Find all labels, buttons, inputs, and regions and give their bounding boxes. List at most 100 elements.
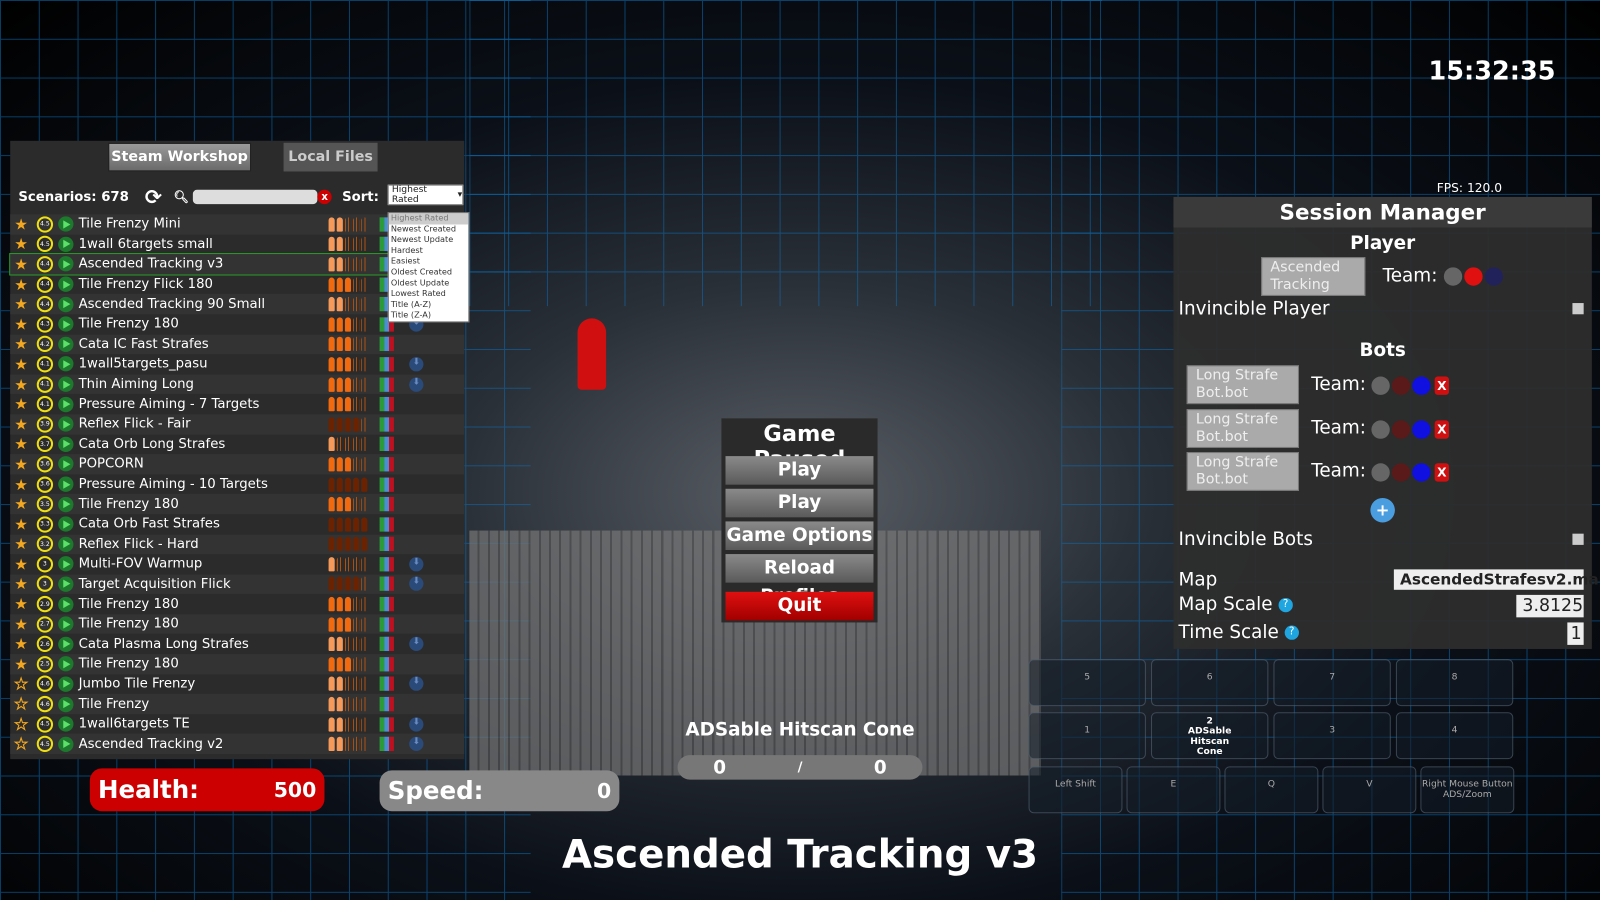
play-icon[interactable] [58,336,74,352]
scenario-row[interactable]: ★ 3.3 Cata Orb Fast Strafes [10,514,464,534]
team-grey[interactable] [1371,463,1390,482]
play-icon[interactable] [58,276,74,292]
team-blue[interactable] [1412,376,1431,395]
time-scale-input[interactable]: 1 [1567,622,1584,645]
star-filled-icon[interactable]: ★ [14,495,32,513]
star-filled-icon[interactable]: ★ [14,215,32,233]
team-grey[interactable] [1443,267,1463,286]
download-icon[interactable]: ⬇ [409,377,424,392]
play-icon[interactable] [58,456,74,472]
leaderboard-icon[interactable] [379,537,394,552]
play-icon[interactable] [58,256,74,272]
bot-profile-button[interactable]: Long Strafe Bot.bot [1186,408,1299,448]
play-icon[interactable] [58,496,74,512]
leaderboard-icon[interactable] [379,437,394,452]
leaderboard-icon[interactable] [379,457,394,472]
play-icon[interactable] [58,636,74,652]
star-filled-icon[interactable]: ★ [14,235,32,253]
scenario-row[interactable]: ★ 4.2 Cata IC Fast Strafes [10,334,465,355]
scenario-row[interactable]: ★ 4.5 1wall6targets TE ⬇ [10,714,464,734]
star-filled-icon[interactable]: ★ [14,555,32,573]
scenario-row[interactable]: ★ 3.9 Reflex Flick - Fair [10,414,465,435]
remove-bot-button[interactable]: X [1434,419,1449,439]
sort-option[interactable]: Oldest Created [389,267,469,278]
play-icon[interactable] [58,536,74,552]
play-icon[interactable] [58,416,74,432]
star-filled-icon[interactable]: ★ [14,595,32,613]
sort-select[interactable]: Highest Rated ▾ [387,184,464,206]
leaderboard-icon[interactable] [379,696,394,712]
star-filled-icon[interactable]: ★ [14,475,32,493]
scenario-row[interactable]: ★ 3.2 Reflex Flick - Hard [10,534,465,555]
search-input[interactable] [193,189,318,205]
play-icon[interactable] [58,356,74,372]
play-icon[interactable] [58,476,74,492]
scenario-row[interactable]: ★ 3.7 Cata Orb Long Strafes [10,434,464,454]
play-icon[interactable] [58,616,74,632]
star-outline-icon[interactable]: ★ [14,674,32,693]
scenario-row[interactable]: ★ 2.5 Tile Frenzy 180 [10,654,465,675]
star-filled-icon[interactable]: ★ [14,375,32,393]
star-filled-icon[interactable]: ★ [14,575,32,593]
sort-option[interactable]: Newest Created [389,224,469,235]
sort-option[interactable]: Hardest [389,246,469,257]
scenario-row[interactable]: ★ 3.6 Pressure Aiming - 10 Targets [10,474,464,494]
leaderboard-icon[interactable] [379,477,394,492]
download-icon[interactable]: ⬇ [409,557,424,572]
download-icon[interactable]: ⬇ [409,676,424,692]
player-profile-button[interactable]: Ascended Tracking [1261,257,1366,296]
sort-option[interactable]: Easiest [389,257,469,268]
leaderboard-icon[interactable] [379,337,394,352]
sort-option[interactable]: Newest Update [389,235,469,246]
help-icon[interactable]: ? [1284,625,1299,640]
play-icon[interactable] [58,316,74,332]
star-filled-icon[interactable]: ★ [14,655,32,673]
scenario-row[interactable]: ★ 4.1 Thin Aiming Long ⬇ [10,374,465,395]
refresh-icon[interactable]: ⟳ [145,185,174,209]
team-red[interactable] [1391,419,1411,439]
play-challenge-button[interactable]: Play Challenge [725,488,874,542]
play-icon[interactable] [58,716,74,732]
bot-profile-button[interactable]: Long Strafe Bot.bot [1186,365,1299,405]
play-icon[interactable] [58,656,74,672]
leaderboard-icon[interactable] [379,557,394,572]
leaderboard-icon[interactable] [379,497,394,512]
star-filled-icon[interactable]: ★ [14,535,32,553]
tab-steam-workshop[interactable]: Steam Workshop [108,142,252,172]
leaderboard-icon[interactable] [379,617,394,632]
play-icon[interactable] [58,216,74,232]
leaderboard-icon[interactable] [379,397,394,412]
star-outline-icon[interactable]: ★ [14,694,32,713]
star-filled-icon[interactable]: ★ [14,415,32,433]
star-filled-icon[interactable]: ★ [14,455,32,473]
remove-bot-button[interactable]: X [1434,376,1449,395]
team-red[interactable] [1391,376,1411,395]
star-outline-icon[interactable]: ★ [14,734,32,753]
sort-option[interactable]: Title (Z-A) [389,311,469,322]
team-red[interactable] [1391,463,1411,482]
play-icon[interactable] [58,436,74,452]
scenario-row[interactable]: ★ 3.5 Tile Frenzy 180 [10,494,465,515]
leaderboard-icon[interactable] [379,716,394,732]
team-red[interactable] [1464,267,1483,286]
scenario-row[interactable]: ★ 2.9 Tile Frenzy 180 [10,594,464,614]
play-icon[interactable] [58,376,74,392]
game-options-button[interactable]: Game Options [725,521,874,550]
map-scale-input[interactable]: 3.8125 [1516,594,1584,618]
remove-bot-button[interactable]: X [1434,463,1449,482]
star-filled-icon[interactable]: ★ [14,355,32,373]
scenario-row[interactable]: ★ 3 Multi-FOV Warmup ⬇ [10,554,464,574]
team-grey[interactable] [1371,376,1390,395]
play-button[interactable]: Play [725,456,874,485]
star-filled-icon[interactable]: ★ [14,435,32,453]
star-filled-icon[interactable]: ★ [14,295,32,313]
team-blue[interactable] [1412,463,1431,482]
reload-profiles-button[interactable]: Reload Profiles [725,554,874,607]
clear-search-button[interactable]: x [317,189,332,205]
tab-local-files[interactable]: Local Files [283,142,378,172]
scenario-row[interactable]: ★ 4.5 Ascended Tracking v2 ⬇ [10,734,465,755]
leaderboard-icon[interactable] [379,377,394,392]
star-filled-icon[interactable]: ★ [14,335,32,353]
scenario-row[interactable]: ★ 2.7 Tile Frenzy 180 [10,614,465,635]
scenario-row[interactable]: ★ 3 Target Acquisition Flick ⬇ [10,574,465,595]
